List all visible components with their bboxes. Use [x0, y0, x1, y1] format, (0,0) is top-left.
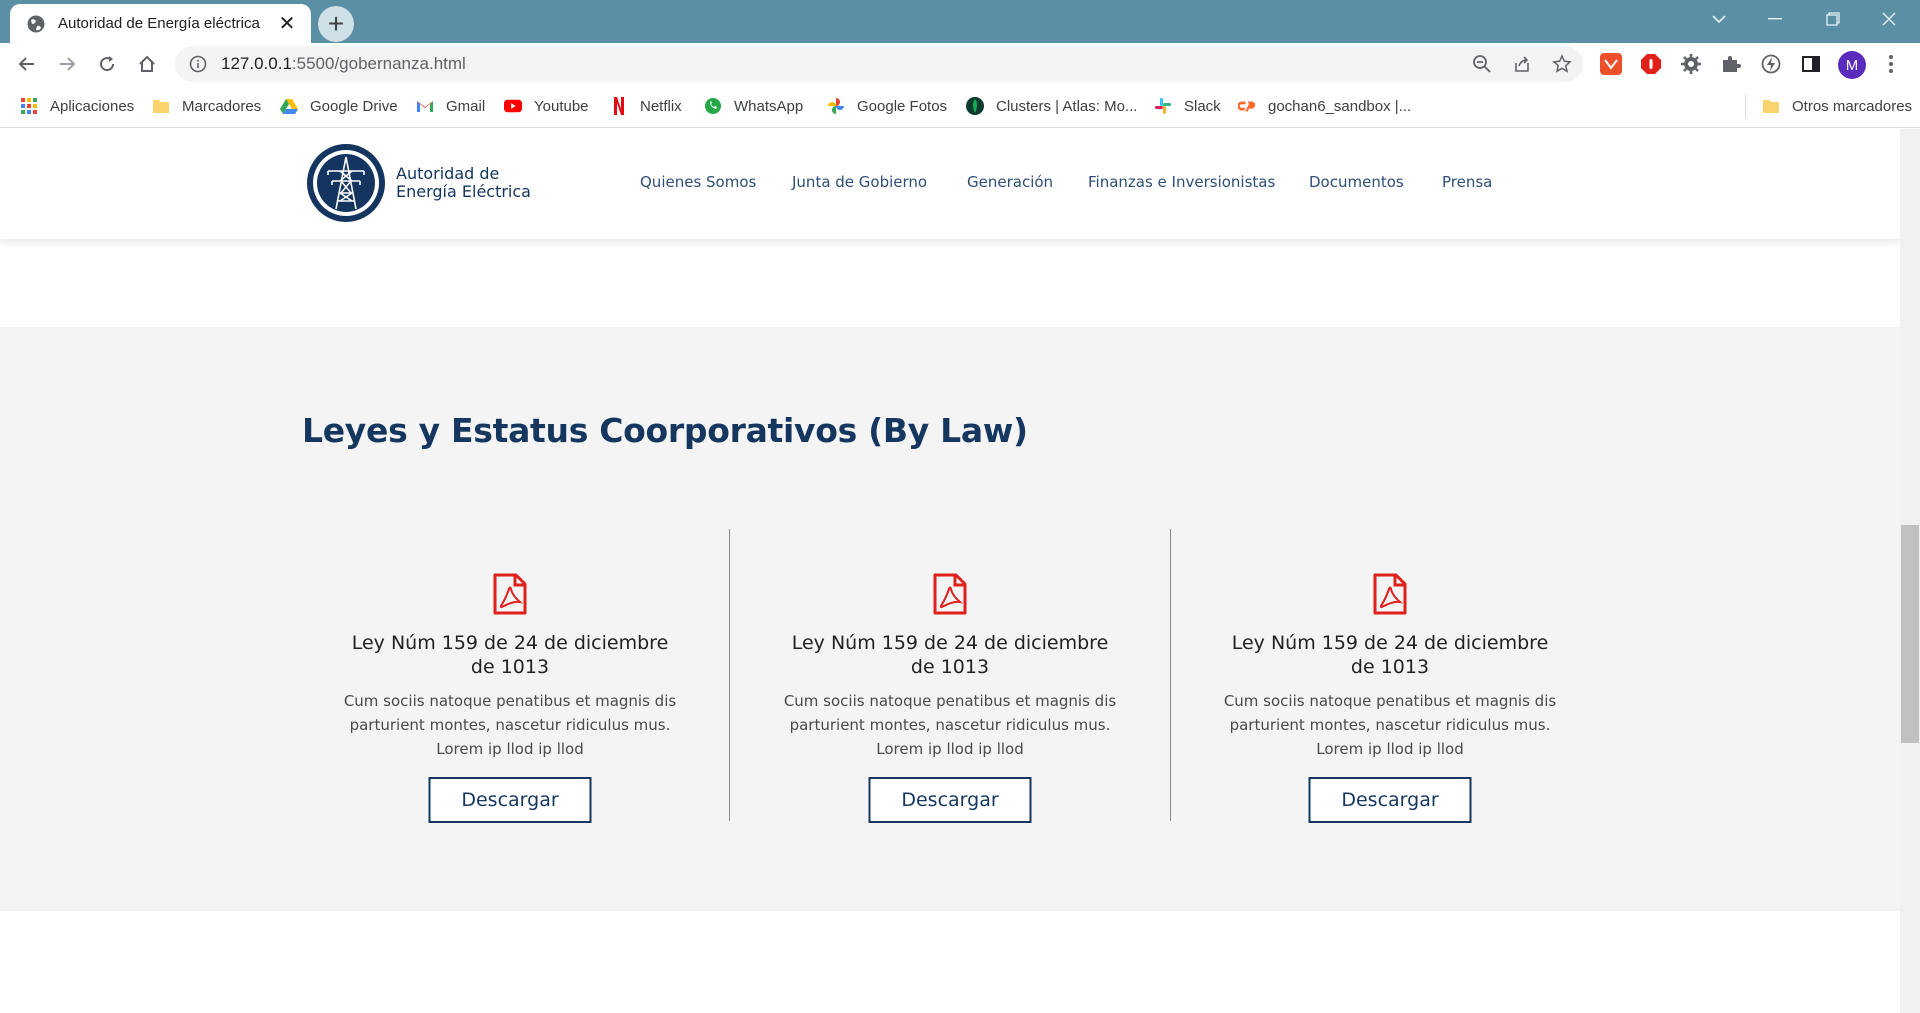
nav-generacion[interactable]: Generación — [967, 173, 1053, 191]
browser-tabstrip: Autoridad de Energía eléctrica ✕ + — [0, 0, 1920, 43]
folder-icon — [1762, 97, 1780, 115]
extension-red-icon[interactable] — [1598, 51, 1624, 77]
forward-arrow-icon[interactable] — [52, 49, 82, 79]
minimize-icon[interactable] — [1752, 0, 1798, 38]
download-button[interactable]: Descargar — [868, 777, 1032, 823]
download-button[interactable]: Descargar — [1308, 777, 1472, 823]
apps-grid-icon — [20, 97, 38, 115]
url-text[interactable]: 127.0.0.1:5500/gobernanza.html — [221, 54, 466, 74]
zoom-icon[interactable] — [1468, 50, 1496, 78]
info-icon[interactable] — [189, 55, 207, 73]
bookmarks-bar: Aplicaciones Marcadores Google Drive Gma… — [0, 85, 1920, 128]
tab-search-icon[interactable] — [1696, 0, 1742, 38]
pdf-file-icon — [1373, 573, 1407, 615]
netflix-icon — [610, 97, 628, 115]
bookmark-separator — [1745, 94, 1746, 118]
bolt-extension-icon[interactable] — [1758, 51, 1784, 77]
bookmark-star-icon[interactable] — [1548, 50, 1576, 78]
page-viewport: Autoridad de Energía Eléctrica Quienes S… — [0, 129, 1900, 1013]
bookmark-google-fotos[interactable]: Google Fotos — [827, 95, 947, 117]
document-title: Ley Núm 159 de 24 de diciembre de 1013 — [1231, 632, 1549, 678]
nav-finanzas-inversionistas[interactable]: Finanzas e Inversionistas — [1088, 173, 1275, 191]
nav-documentos[interactable]: Documentos — [1309, 173, 1404, 191]
bookmark-marcadores[interactable]: Marcadores — [152, 95, 261, 117]
folder-icon — [152, 97, 170, 115]
document-description: Cum sociis natoque penatibus et magnis d… — [343, 692, 677, 758]
close-window-icon[interactable] — [1866, 0, 1912, 38]
browser-toolbar: 127.0.0.1:5500/gobernanza.html M — [0, 43, 1920, 85]
bookmark-gmail[interactable]: Gmail — [416, 95, 485, 117]
page-scrollbar[interactable] — [1900, 129, 1920, 1013]
new-tab-button[interactable]: + — [318, 6, 354, 42]
mongodb-leaf-icon — [966, 97, 984, 115]
whatsapp-icon — [704, 97, 722, 115]
nav-junta-de-gobierno[interactable]: Junta de Gobierno — [792, 173, 927, 191]
bookmark-youtube[interactable]: Youtube — [504, 95, 589, 117]
address-bar[interactable]: 127.0.0.1:5500/gobernanza.html — [175, 46, 1583, 82]
tower-logo-icon[interactable] — [306, 143, 386, 223]
bookmark-slack[interactable]: Slack — [1154, 95, 1221, 117]
gear-extension-icon[interactable] — [1678, 51, 1704, 77]
globe-icon — [27, 15, 45, 32]
bookmark-aplicaciones[interactable]: Aplicaciones — [20, 95, 134, 117]
section-title: Leyes y Estatus Coorporativos (By Law) — [302, 411, 1028, 450]
bookmark-otros-marcadores[interactable]: Otros marcadores — [1762, 95, 1912, 117]
brand-name[interactable]: Autoridad de Energía Eléctrica — [396, 165, 531, 201]
google-drive-icon — [280, 97, 298, 115]
adblock-icon[interactable] — [1638, 51, 1664, 77]
nav-prensa[interactable]: Prensa — [1442, 173, 1492, 191]
pdf-file-icon — [933, 573, 967, 615]
bylaws-section: Leyes y Estatus Coorporativos (By Law) L… — [0, 327, 1900, 911]
download-button[interactable]: Descargar — [428, 777, 592, 823]
pdf-file-icon — [493, 573, 527, 615]
bookmark-google-drive[interactable]: Google Drive — [280, 95, 398, 117]
side-panel-icon[interactable] — [1798, 51, 1824, 77]
home-icon[interactable] — [132, 49, 162, 79]
document-card: Ley Núm 159 de 24 de diciembre de 1013 C… — [290, 529, 730, 823]
bookmark-cpanel[interactable]: gochan6_sandbox |... — [1238, 95, 1411, 117]
document-title: Ley Núm 159 de 24 de diciembre de 1013 — [791, 632, 1109, 678]
browser-tab[interactable]: Autoridad de Energía eléctrica ✕ — [10, 4, 311, 43]
cpanel-icon — [1238, 97, 1256, 115]
tab-title: Autoridad de Energía eléctrica — [58, 15, 260, 32]
profile-avatar[interactable]: M — [1838, 51, 1866, 79]
share-icon[interactable] — [1508, 50, 1536, 78]
google-photos-icon — [827, 97, 845, 115]
document-card: Ley Núm 159 de 24 de diciembre de 1013 C… — [1170, 529, 1610, 823]
scrollbar-thumb[interactable] — [1901, 525, 1919, 743]
site-header: Autoridad de Energía Eléctrica Quienes S… — [0, 129, 1900, 239]
nav-quienes-somos[interactable]: Quienes Somos — [640, 173, 756, 191]
document-title: Ley Núm 159 de 24 de diciembre de 1013 — [351, 632, 669, 678]
gmail-icon — [416, 97, 434, 115]
bookmark-netflix[interactable]: Netflix — [610, 95, 682, 117]
document-description: Cum sociis natoque penatibus et magnis d… — [1223, 692, 1557, 758]
kebab-menu-icon[interactable] — [1878, 51, 1904, 77]
tab-close-icon[interactable]: ✕ — [277, 14, 297, 34]
reload-icon[interactable] — [92, 49, 122, 79]
slack-icon — [1154, 97, 1172, 115]
document-card: Ley Núm 159 de 24 de diciembre de 1013 C… — [730, 529, 1170, 823]
bookmark-whatsapp[interactable]: WhatsApp — [704, 95, 803, 117]
bookmark-atlas-clusters[interactable]: Clusters | Atlas: Mo... — [966, 95, 1137, 117]
youtube-icon — [504, 97, 522, 115]
restore-icon[interactable] — [1810, 0, 1856, 38]
puzzle-icon[interactable] — [1718, 51, 1744, 77]
back-arrow-icon[interactable] — [12, 49, 42, 79]
document-description: Cum sociis natoque penatibus et magnis d… — [783, 692, 1117, 758]
